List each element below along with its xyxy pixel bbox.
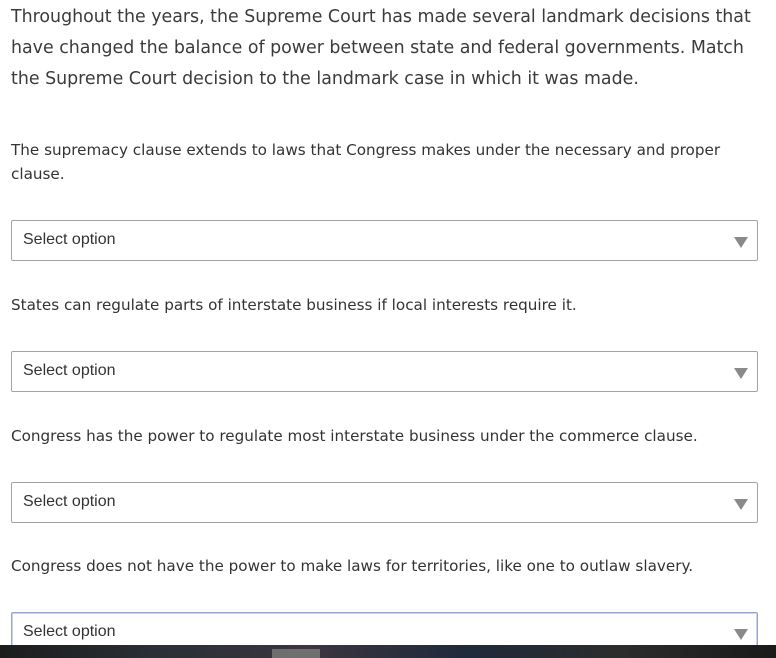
instructions-text: Throughout the years, the Supreme Court … bbox=[11, 7, 751, 89]
background-image-strip bbox=[0, 645, 776, 658]
question-1-select-value: Select option bbox=[23, 231, 116, 248]
question-3-prompt: Congress has the power to regulate most … bbox=[11, 427, 698, 445]
question-2-select[interactable]: Select option bbox=[11, 351, 758, 392]
question-2-prompt: States can regulate parts of interstate … bbox=[11, 296, 577, 314]
question-3-select[interactable]: Select option bbox=[11, 482, 758, 523]
question-4-prompt: Congress does not have the power to make… bbox=[11, 557, 694, 575]
question-1-select[interactable]: Select option bbox=[11, 220, 758, 261]
question-2-select-value: Select option bbox=[23, 362, 116, 379]
question-4-select-value: Select option bbox=[23, 623, 116, 640]
caret-down-icon bbox=[734, 499, 748, 510]
caret-down-icon bbox=[734, 368, 748, 379]
question-3-select-value: Select option bbox=[23, 493, 116, 510]
question-1-prompt: The supremacy clause extends to laws tha… bbox=[11, 141, 721, 183]
caret-down-icon bbox=[734, 629, 748, 640]
scroll-indicator bbox=[272, 649, 320, 658]
caret-down-icon bbox=[734, 237, 748, 248]
